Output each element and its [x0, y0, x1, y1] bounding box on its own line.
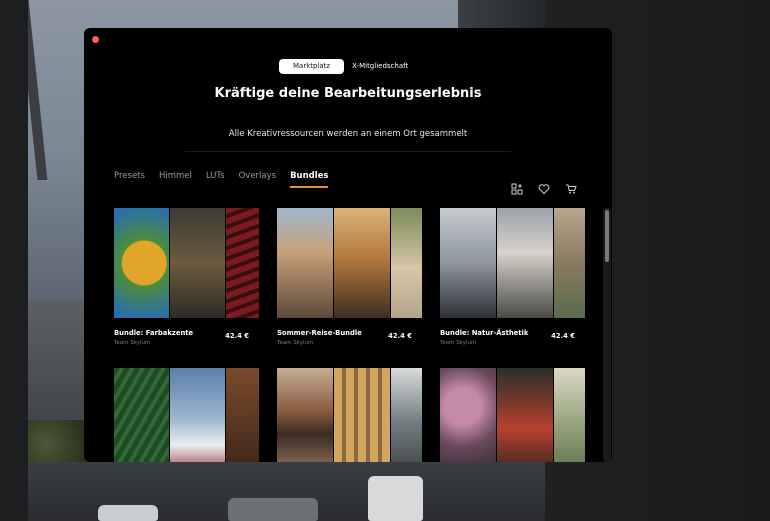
tab-overlays[interactable]: Overlays — [239, 171, 276, 188]
divider — [185, 151, 511, 152]
app-window: Marktplatz X-Mitgliedschaft Kräftige dei… — [84, 28, 612, 462]
bundle-price: 42.4 € — [551, 332, 575, 340]
bundle-thumbnail[interactable] — [277, 208, 422, 318]
bundle-name[interactable]: Sommer-Reise-Bundle — [277, 329, 362, 337]
street-pole — [28, 0, 48, 180]
page-subtitle: Alle Kreativressourcen werden an einem O… — [228, 129, 468, 139]
car — [228, 498, 318, 521]
bundle-price: 42.4 € — [388, 332, 412, 340]
tab-luts[interactable]: LUTs — [206, 171, 225, 188]
bundle-thumbnail[interactable] — [440, 368, 585, 462]
bundle-author: Team Skylum — [440, 340, 477, 346]
bundle-thumbnail[interactable] — [114, 208, 259, 318]
apps-add-icon[interactable] — [511, 180, 523, 195]
bundle-author: Team Skylum — [114, 340, 151, 346]
membership-toggle[interactable]: X-Mitgliedschaft — [350, 59, 410, 74]
bundle-thumbnail[interactable] — [114, 368, 259, 462]
bundle-author: Team Skylum — [277, 340, 314, 346]
toolbar-icons — [511, 180, 577, 195]
marketplace-toggle[interactable]: Marktplatz — [279, 59, 345, 74]
scrollbar[interactable] — [603, 208, 611, 462]
tab-presets[interactable]: Presets — [114, 171, 145, 188]
scrollbar-thumb[interactable] — [605, 210, 609, 262]
category-tabs: Presets Himmel LUTs Overlays Bundles — [114, 171, 329, 188]
bundle-thumbnail[interactable] — [277, 368, 422, 462]
store-toggle: Marktplatz X-Mitgliedschaft — [279, 59, 410, 74]
page-title: Kräftige deine Bearbeitungserlebnis — [214, 86, 482, 101]
bundle-name[interactable]: Bundle: Farbakzente — [114, 329, 193, 337]
heart-icon[interactable] — [538, 180, 550, 195]
bundle-name[interactable]: Bundle: Natur-Ästhetik — [440, 329, 528, 337]
bundle-price: 42.4 € — [225, 332, 249, 340]
car — [368, 476, 423, 521]
desktop-backdrop-left — [0, 0, 28, 521]
tab-himmel[interactable]: Himmel — [159, 171, 192, 188]
tab-bundles[interactable]: Bundles — [290, 171, 329, 188]
bundle-grid: Bundle: Farbakzente Team Skylum 42.4 € S… — [114, 208, 594, 462]
close-window-button[interactable] — [92, 36, 99, 43]
cart-icon[interactable] — [565, 180, 577, 194]
bundle-thumbnail[interactable] — [440, 208, 585, 318]
car — [98, 505, 158, 521]
